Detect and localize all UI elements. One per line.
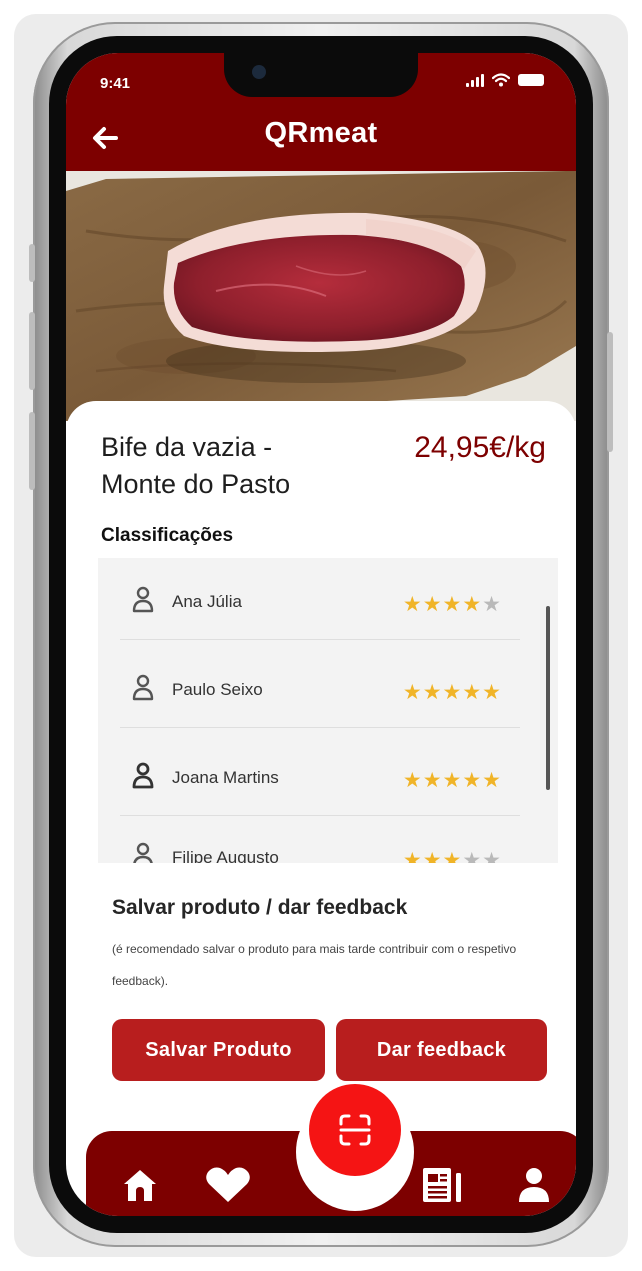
- bottom-nav: [86, 1084, 576, 1216]
- ratings-title: Classificações: [101, 525, 234, 546]
- give-feedback-button[interactable]: Dar feedback: [336, 1019, 547, 1081]
- star-filled-icon: ★: [442, 593, 463, 616]
- phone-frame: 9:41 QRmeat Bife da vazia - Monte do Pas…: [29, 22, 613, 1247]
- star-rating: ★★★★★: [403, 680, 502, 705]
- product-image: [66, 171, 576, 421]
- app-title: QRmeat: [264, 117, 378, 149]
- save-section-hint: (é recomendado salvar o produto para mai…: [112, 942, 517, 988]
- star-filled-icon: ★: [442, 681, 463, 704]
- volume-up-button: [29, 312, 35, 390]
- star-empty-icon: ★: [482, 849, 502, 863]
- star-rating: ★★★★★: [403, 592, 502, 617]
- star-filled-icon: ★: [462, 593, 483, 616]
- star-filled-icon: ★: [422, 593, 443, 616]
- rating-user-name: Paulo Seixo: [172, 680, 263, 699]
- star-filled-icon: ★: [402, 769, 423, 792]
- scan-icon: [339, 1114, 371, 1146]
- star-filled-icon: ★: [462, 681, 483, 704]
- star-empty-icon: ★: [482, 593, 502, 616]
- rating-row: Ana Júlia ★★★★★: [120, 558, 520, 640]
- product-name: Bife da vazia - Monte do Pasto: [101, 432, 291, 499]
- user-icon: [132, 674, 154, 701]
- ratings-scrollbar[interactable]: [546, 606, 550, 790]
- rating-user-name: Ana Júlia: [172, 592, 242, 611]
- star-empty-icon: ★: [462, 849, 483, 863]
- rating-row: Paulo Seixo ★★★★★: [120, 646, 520, 728]
- status-time: 9:41: [100, 75, 131, 92]
- volume-down-button: [29, 412, 35, 490]
- home-icon[interactable]: [120, 1165, 160, 1205]
- star-filled-icon: ★: [402, 593, 423, 616]
- news-icon[interactable]: [420, 1165, 466, 1205]
- mute-switch: [29, 244, 35, 282]
- star-filled-icon: ★: [482, 769, 502, 792]
- power-button: [607, 332, 613, 452]
- star-filled-icon: ★: [442, 769, 463, 792]
- star-filled-icon: ★: [442, 849, 463, 863]
- star-filled-icon: ★: [482, 681, 502, 704]
- star-filled-icon: ★: [422, 681, 443, 704]
- camera: [252, 65, 266, 79]
- product-price: 24,95€/kg: [414, 431, 546, 464]
- signal-icon: [466, 73, 484, 87]
- user-icon: [132, 586, 154, 613]
- star-filled-icon: ★: [402, 849, 423, 863]
- status-icons: [466, 73, 544, 87]
- rating-user-name: Joana Martins: [172, 768, 279, 787]
- star-rating: ★★★★★: [403, 848, 502, 863]
- profile-icon[interactable]: [514, 1165, 554, 1205]
- user-icon: [132, 762, 154, 789]
- star-filled-icon: ★: [422, 849, 443, 863]
- star-filled-icon: ★: [422, 769, 443, 792]
- save-section-title: Salvar produto / dar feedback: [112, 896, 408, 919]
- save-product-button[interactable]: Salvar Produto: [112, 1019, 325, 1081]
- user-icon: [133, 842, 153, 863]
- rating-row: Filipe Augusto ★★★★★: [120, 814, 520, 863]
- heart-icon[interactable]: [204, 1165, 252, 1205]
- rating-user-name: Filipe Augusto: [172, 848, 279, 863]
- rating-row: Joana Martins ★★★★★: [120, 734, 520, 816]
- scan-button[interactable]: [309, 1084, 401, 1176]
- notch: [224, 53, 418, 97]
- app-screen: 9:41 QRmeat Bife da vazia - Monte do Pas…: [66, 53, 576, 1216]
- star-rating: ★★★★★: [403, 768, 502, 793]
- wifi-icon: [492, 73, 510, 87]
- ratings-list[interactable]: Ana Júlia ★★★★★ Paulo Seixo ★★★★★ Joana …: [98, 558, 558, 863]
- star-filled-icon: ★: [462, 769, 483, 792]
- star-filled-icon: ★: [402, 681, 423, 704]
- product-card: Bife da vazia - Monte do Pasto 24,95€/kg…: [66, 401, 576, 1161]
- battery-icon: [518, 74, 544, 86]
